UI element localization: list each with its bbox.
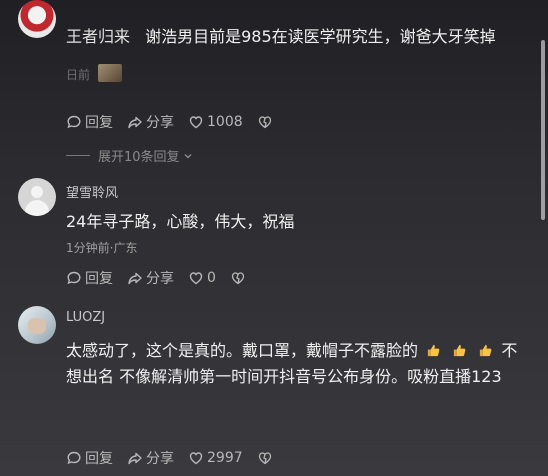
comment-text-tail: 不 bbox=[501, 341, 518, 360]
like-count: 0 bbox=[207, 270, 216, 286]
comment-item: LUOZJ 太感动了，这个是真的。戴口罩，戴帽子不露脸的 不 想出名 不像解清帅… bbox=[0, 306, 540, 476]
dislike-button[interactable] bbox=[257, 450, 276, 466]
share-button[interactable]: 分享 bbox=[127, 112, 174, 132]
comment-text: 谢浩男目前是985在读医学研究生，谢爸大牙笑掉 bbox=[145, 27, 496, 46]
share-icon bbox=[128, 272, 142, 285]
share-button[interactable]: 分享 bbox=[127, 268, 174, 288]
dislike-icon bbox=[231, 272, 245, 285]
share-label: 分享 bbox=[146, 115, 174, 131]
heart-icon bbox=[189, 452, 203, 465]
dislike-icon bbox=[258, 116, 271, 129]
comment-icon bbox=[67, 451, 81, 465]
share-button[interactable]: 分享 bbox=[127, 448, 174, 468]
avatar[interactable] bbox=[18, 178, 56, 216]
share-icon bbox=[128, 452, 142, 465]
comment-item: 望雪聆风 24年寻子路，心酸，伟大，祝福 1分钟前·广东 回复 分享 0 bbox=[0, 178, 540, 290]
dislike-button[interactable] bbox=[230, 270, 249, 286]
comment-item: 王者归来 谢浩男目前是985在读医学研究生，谢爸大牙笑掉 日前 回复 分享 10… bbox=[0, 0, 540, 170]
like-button[interactable]: 0 bbox=[188, 270, 216, 286]
timestamp: 日前 bbox=[66, 68, 91, 82]
thumbs-up-emoji bbox=[454, 344, 466, 357]
heart-icon bbox=[189, 272, 203, 285]
comment-icon bbox=[67, 115, 81, 129]
username[interactable]: LUOZJ bbox=[66, 310, 105, 325]
chevron-down-icon bbox=[184, 153, 192, 158]
action-bar: 回复 分享 2997 bbox=[66, 448, 290, 468]
thumbs-up-emoji bbox=[480, 344, 492, 357]
reply-button[interactable]: 回复 bbox=[66, 112, 113, 132]
comment-icon bbox=[67, 271, 81, 285]
comment-content: 王者归来 谢浩男目前是985在读医学研究生，谢爸大牙笑掉 bbox=[66, 24, 524, 50]
share-label: 分享 bbox=[146, 451, 174, 467]
thumbs-up-emoji bbox=[427, 344, 440, 357]
action-bar: 回复 分享 1008 bbox=[66, 112, 290, 132]
like-button[interactable]: 2997 bbox=[188, 450, 243, 466]
comment-text-line1: 太感动了，这个是真的。戴口罩，戴帽子不露脸的 bbox=[66, 341, 419, 360]
timestamp: 1分钟前·广东 bbox=[66, 241, 138, 255]
like-count: 1008 bbox=[207, 114, 243, 130]
like-count: 2997 bbox=[207, 450, 243, 466]
username[interactable]: 望雪聆风 bbox=[66, 182, 118, 201]
comment-text: 24年寻子路，心酸，伟大，祝福 bbox=[66, 212, 295, 231]
divider bbox=[66, 155, 90, 156]
dislike-button[interactable] bbox=[257, 114, 276, 130]
comment-text-line2: 想出名 不像解清帅第一时间开抖音号公布身份。吸粉直播123 bbox=[66, 367, 502, 386]
heart-icon bbox=[189, 116, 203, 129]
action-bar: 回复 分享 0 bbox=[66, 268, 263, 288]
reply-button[interactable]: 回复 bbox=[66, 268, 113, 288]
like-button[interactable]: 1008 bbox=[188, 114, 243, 130]
avatar[interactable] bbox=[18, 0, 56, 38]
image-thumbnail[interactable] bbox=[97, 64, 122, 82]
share-icon bbox=[128, 116, 142, 129]
reply-button[interactable]: 回复 bbox=[66, 448, 113, 468]
username[interactable]: 王者归来 bbox=[66, 27, 130, 46]
comment-text: 太感动了，这个是真的。戴口罩，戴帽子不露脸的 不 想出名 不像解清帅第一时间开抖… bbox=[66, 338, 524, 390]
dislike-icon bbox=[258, 452, 271, 465]
reply-label: 回复 bbox=[85, 451, 113, 467]
reply-label: 回复 bbox=[85, 115, 113, 131]
reply-label: 回复 bbox=[85, 271, 113, 287]
scrollbar[interactable] bbox=[541, 40, 545, 220]
expand-replies-label: 展开10条回复 bbox=[98, 150, 180, 165]
comment-meta: 日前 bbox=[66, 64, 122, 83]
avatar[interactable] bbox=[18, 306, 56, 344]
expand-replies-button[interactable]: 展开10条回复 bbox=[66, 146, 194, 165]
share-label: 分享 bbox=[146, 271, 174, 287]
